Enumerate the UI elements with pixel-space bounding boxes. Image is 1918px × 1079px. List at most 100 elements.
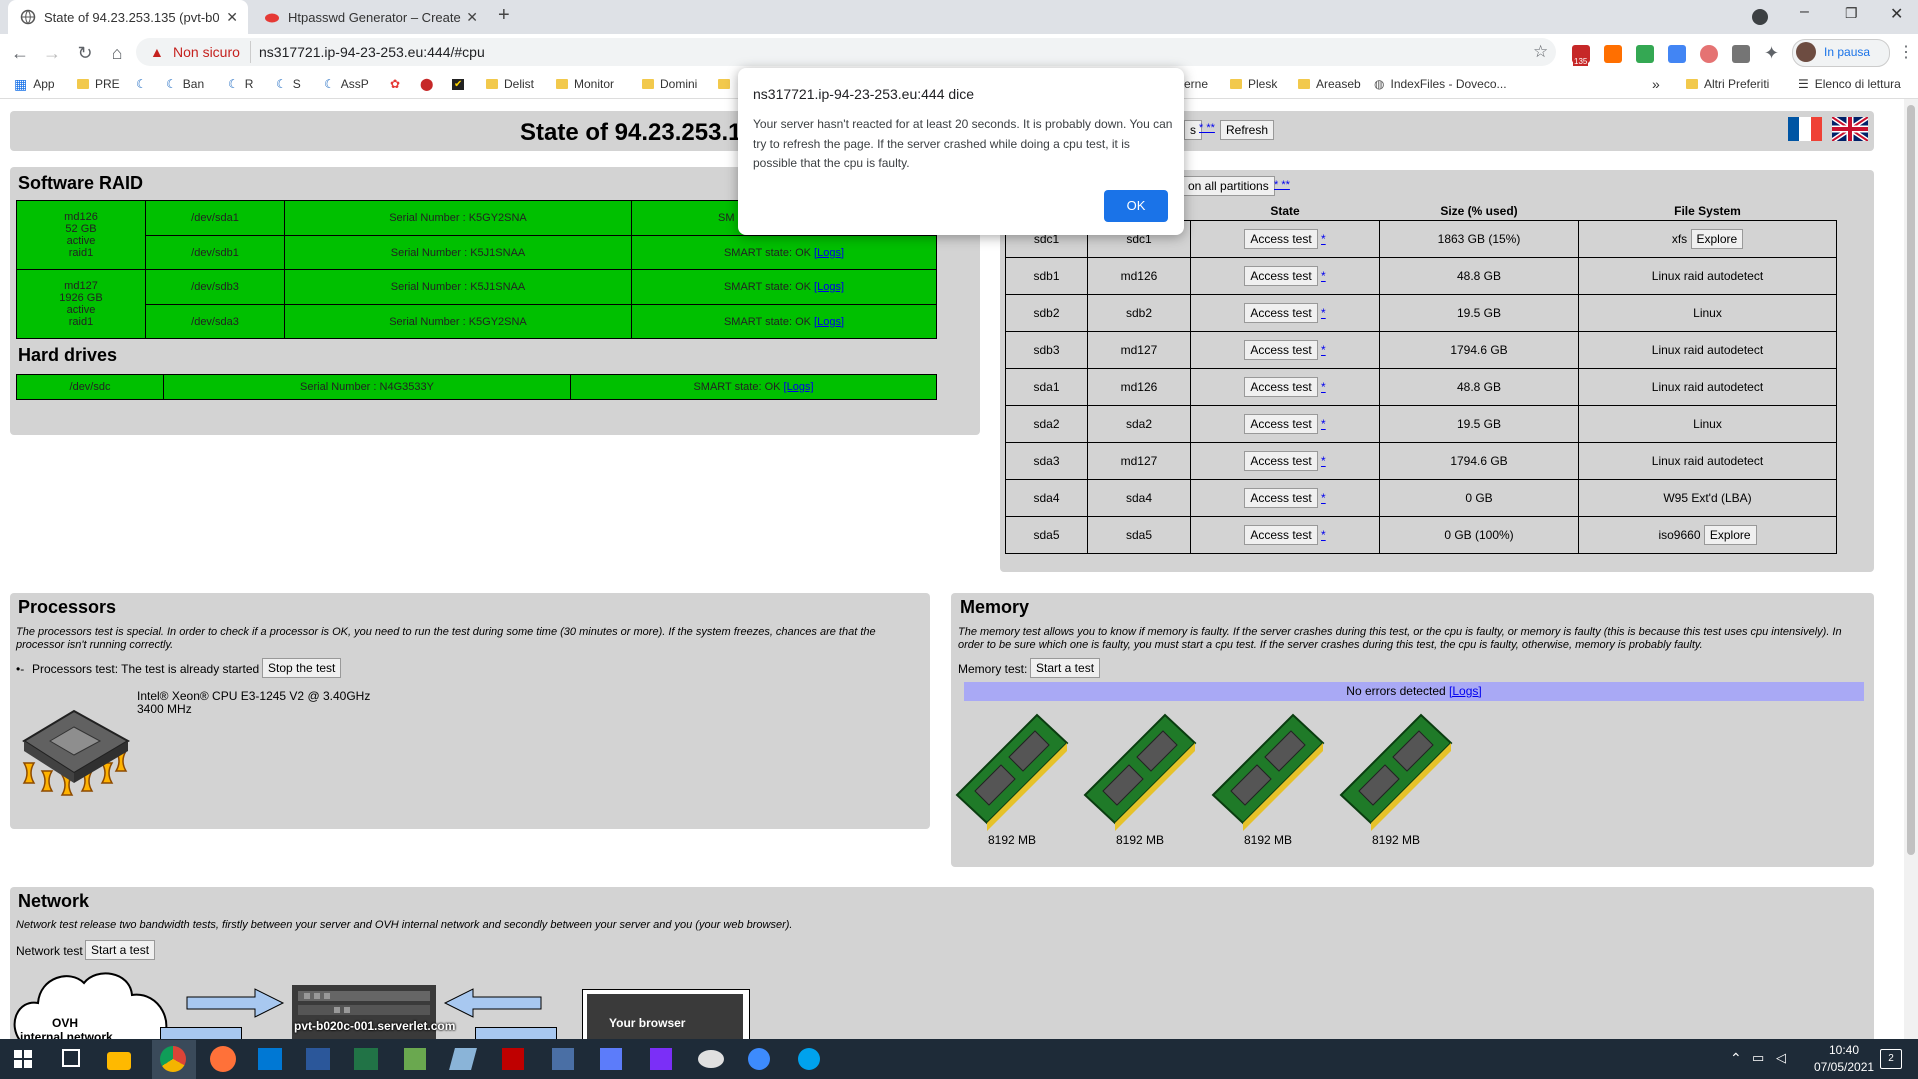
bookmark-folder[interactable]: [718, 75, 736, 93]
code-icon[interactable]: [1732, 45, 1750, 63]
extension-dots-icon[interactable]: [1700, 45, 1718, 63]
notepad-plus-icon[interactable]: [404, 1048, 426, 1070]
help-link[interactable]: *: [1321, 528, 1326, 542]
access-test-button[interactable]: Access test: [1244, 413, 1318, 434]
bookmark-item[interactable]: ⬤: [420, 75, 433, 93]
excel-icon[interactable]: [354, 1048, 378, 1070]
new-tab-button[interactable]: +: [498, 4, 510, 27]
star-icon[interactable]: ☆: [1533, 42, 1548, 62]
reading-list[interactable]: ☰ Elenco di lettura: [1798, 75, 1901, 93]
help-link[interactable]: *: [1321, 343, 1326, 357]
uk-flag-icon[interactable]: [1830, 114, 1870, 144]
network-app-icon[interactable]: [552, 1048, 574, 1070]
puzzle-icon[interactable]: ✦: [1764, 43, 1779, 64]
word-icon[interactable]: [306, 1048, 330, 1070]
forward-icon[interactable]: →: [42, 43, 62, 63]
translate-icon[interactable]: [1668, 45, 1686, 63]
extension-grid-icon[interactable]: [1636, 45, 1654, 63]
bookmark-item[interactable]: ◍ IndexFiles - Doveco...: [1374, 75, 1507, 93]
tab-server-state[interactable]: State of 94.23.253.135 (pvt-b020 ✕: [8, 0, 248, 34]
ok-button[interactable]: OK: [1104, 190, 1168, 222]
task-view-icon[interactable]: [62, 1049, 80, 1067]
bookmarks-overflow-icon[interactable]: »: [1652, 75, 1660, 93]
bookmark-folder[interactable]: Areaseb: [1298, 75, 1361, 93]
access-test-button[interactable]: Access test: [1244, 302, 1318, 323]
help-link[interactable]: *: [1321, 417, 1326, 431]
refresh-button[interactable]: Refresh: [1220, 120, 1275, 140]
close-tab-icon[interactable]: ✕: [466, 9, 478, 26]
help-link[interactable]: *: [1321, 232, 1326, 246]
warning-icon[interactable]: ▲: [150, 44, 164, 60]
close-tab-icon[interactable]: ✕: [226, 9, 238, 26]
access-test-button[interactable]: Access test: [1244, 339, 1318, 360]
french-flag-icon[interactable]: [1788, 117, 1822, 141]
cloud-app-icon[interactable]: [698, 1050, 724, 1068]
help-link[interactable]: *: [1321, 454, 1326, 468]
access-test-button[interactable]: Access test: [1244, 450, 1318, 471]
tab-htpasswd[interactable]: Htpasswd Generator – Create htp ✕: [252, 0, 488, 34]
extension-rss-icon[interactable]: [1604, 45, 1622, 63]
clock-date[interactable]: 07/05/2021: [1814, 1060, 1874, 1074]
bookmark-item[interactable]: ☾ AssP: [324, 75, 369, 93]
help-link[interactable]: *: [1321, 491, 1326, 505]
bookmark-item[interactable]: ☾: [136, 75, 149, 93]
tab-search-icon[interactable]: [1752, 9, 1768, 25]
maximize-icon[interactable]: ❐: [1845, 5, 1858, 22]
help-link[interactable]: * **: [1274, 179, 1290, 191]
onenote-icon[interactable]: [650, 1048, 672, 1070]
close-app-icon[interactable]: [748, 1048, 770, 1070]
tray-chevron-icon[interactable]: ⌃: [1730, 1050, 1742, 1067]
test-all-partitions-button[interactable]: on all partitions: [1182, 176, 1275, 196]
bookmark-folder[interactable]: PRE: [77, 75, 120, 93]
access-test-button[interactable]: Access test: [1244, 228, 1318, 249]
bookmark-item[interactable]: ☾ R: [228, 75, 253, 93]
chrome-icon[interactable]: [160, 1046, 186, 1072]
power-app-icon[interactable]: [798, 1048, 820, 1070]
help-link[interactable]: * **: [1199, 122, 1215, 134]
volume-icon[interactable]: ◁: [1776, 1050, 1786, 1066]
home-icon[interactable]: ⌂: [107, 43, 127, 63]
access-test-button[interactable]: Access test: [1244, 376, 1318, 397]
stop-test-button[interactable]: Stop the test: [262, 658, 342, 678]
bookmark-folder[interactable]: Delist: [486, 75, 534, 93]
bookmark-item[interactable]: ☾ Ban: [166, 75, 204, 93]
outlook-icon[interactable]: [258, 1048, 282, 1070]
help-link[interactable]: *: [1321, 380, 1326, 394]
logs-link[interactable]: [Logs]: [814, 316, 844, 328]
remote-desktop-icon[interactable]: [600, 1048, 622, 1070]
security-label[interactable]: Non sicuro: [173, 44, 240, 60]
bookmark-folder[interactable]: Altri Preferiti: [1686, 75, 1769, 93]
explore-button[interactable]: Explore: [1690, 228, 1744, 249]
back-icon[interactable]: ←: [10, 43, 30, 63]
access-test-button[interactable]: Access test: [1244, 265, 1318, 286]
network-tray-icon[interactable]: ▭: [1752, 1050, 1764, 1066]
file-explorer-icon[interactable]: [107, 1052, 131, 1070]
windows-start-icon[interactable]: [14, 1050, 32, 1068]
logs-link[interactable]: [Logs]: [814, 247, 844, 259]
start-network-test-button[interactable]: Start a test: [85, 940, 156, 960]
access-test-button[interactable]: Access test: [1244, 487, 1318, 508]
bookmark-folder[interactable]: erne: [1184, 75, 1208, 93]
bookmark-folder[interactable]: Plesk: [1230, 75, 1277, 93]
bookmark-item[interactable]: ☾ S: [276, 75, 301, 93]
bookmark-folder[interactable]: Monitor: [556, 75, 614, 93]
filezilla-icon[interactable]: [502, 1048, 524, 1070]
window-close-icon[interactable]: ✕: [1890, 4, 1903, 24]
bookmark-item[interactable]: ✿: [390, 75, 400, 93]
firefox-icon[interactable]: [210, 1046, 236, 1072]
access-test-button[interactable]: Access test: [1244, 524, 1318, 545]
logs-link[interactable]: [Logs]: [814, 281, 844, 293]
bookmark-item[interactable]: ✔: [452, 75, 465, 93]
help-link[interactable]: *: [1321, 269, 1326, 283]
reload-icon[interactable]: ↻: [75, 43, 95, 63]
scrollbar-thumb[interactable]: [1907, 105, 1915, 855]
logs-link[interactable]: [Logs]: [784, 381, 814, 393]
menu-icon[interactable]: ⋮: [1898, 42, 1914, 62]
clock-time[interactable]: 10:40: [1814, 1043, 1874, 1057]
bookmark-apps[interactable]: ▦ App: [14, 75, 55, 93]
explore-button[interactable]: Explore: [1703, 524, 1757, 545]
start-memory-test-button[interactable]: Start a test: [1030, 658, 1101, 678]
logs-link[interactable]: [Logs]: [1449, 684, 1482, 698]
minimize-icon[interactable]: –: [1800, 3, 1809, 21]
help-link[interactable]: *: [1321, 306, 1326, 320]
